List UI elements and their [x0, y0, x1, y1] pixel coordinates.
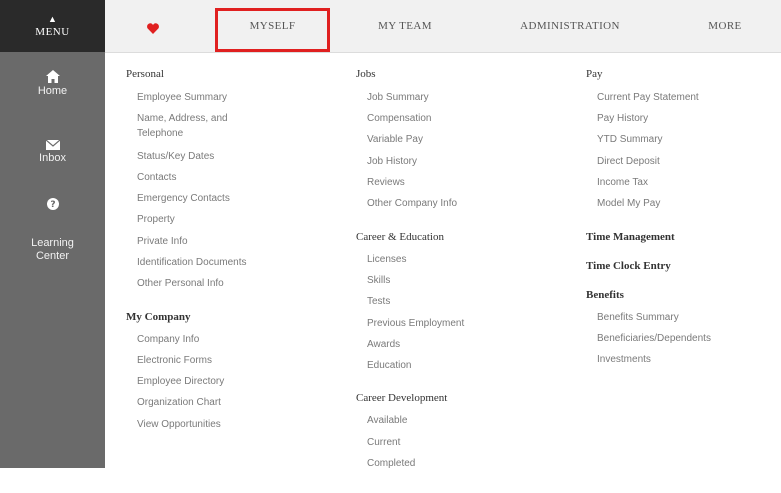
- link-direct-deposit[interactable]: Direct Deposit: [597, 155, 660, 169]
- link-employee-summary[interactable]: Employee Summary: [137, 91, 227, 105]
- link-contacts[interactable]: Contacts: [137, 171, 176, 185]
- link-name-address-telephone[interactable]: Telephone: [137, 127, 183, 141]
- link-beneficiaries-dependents[interactable]: Beneficiaries/Dependents: [597, 332, 711, 346]
- link-current[interactable]: Current: [367, 436, 400, 450]
- link-awards[interactable]: Awards: [367, 338, 400, 352]
- link-name-address[interactable]: Name, Address, and: [137, 112, 228, 126]
- caret-up-icon: ▲: [48, 13, 57, 24]
- envelope-icon: [45, 140, 60, 150]
- section-title-personal: Personal: [126, 68, 164, 80]
- link-variable-pay[interactable]: Variable Pay: [367, 133, 423, 147]
- link-job-history[interactable]: Job History: [367, 155, 417, 169]
- link-current-pay-statement[interactable]: Current Pay Statement: [597, 91, 699, 105]
- section-title-time-clock-entry[interactable]: Time Clock Entry: [586, 260, 671, 272]
- tab-administration[interactable]: ADMINISTRATION: [495, 0, 645, 52]
- sidebar-item-label: Learning Center: [31, 237, 74, 262]
- link-income-tax[interactable]: Income Tax: [597, 176, 648, 190]
- sidebar-item-label: Home: [37, 85, 68, 97]
- link-property[interactable]: Property: [137, 213, 175, 227]
- link-education[interactable]: Education: [367, 359, 411, 373]
- section-title-career-development: Career Development: [356, 392, 448, 404]
- sidebar-item-label: Inbox: [39, 152, 66, 164]
- section-title-jobs: Jobs: [356, 68, 376, 80]
- link-ytd-summary[interactable]: YTD Summary: [597, 133, 663, 147]
- link-other-company-info[interactable]: Other Company Info: [367, 197, 457, 211]
- link-private-info[interactable]: Private Info: [137, 235, 188, 249]
- link-investments[interactable]: Investments: [597, 353, 651, 367]
- link-view-opportunities[interactable]: View Opportunities: [137, 418, 221, 432]
- link-reviews[interactable]: Reviews: [367, 176, 405, 190]
- link-model-my-pay[interactable]: Model My Pay: [597, 197, 660, 211]
- menu-label: MENU: [35, 25, 70, 38]
- heart-icon[interactable]: [147, 23, 159, 34]
- link-tests[interactable]: Tests: [367, 295, 390, 309]
- link-benefits-summary[interactable]: Benefits Summary: [597, 311, 679, 325]
- tab-my-team[interactable]: MY TEAM: [360, 0, 450, 52]
- link-licenses[interactable]: Licenses: [367, 253, 406, 267]
- tab-more[interactable]: MORE: [690, 0, 760, 52]
- sidebar-item-inbox[interactable]: Inbox: [0, 140, 105, 165]
- link-available[interactable]: Available: [367, 414, 407, 428]
- sidebar-item-help[interactable]: ?: [0, 198, 105, 212]
- link-previous-employment[interactable]: Previous Employment: [367, 317, 464, 331]
- link-identification-documents[interactable]: Identification Documents: [137, 256, 247, 270]
- link-organization-chart[interactable]: Organization Chart: [137, 396, 221, 410]
- sidebar-item-learning-center[interactable]: Learning Center: [0, 237, 105, 263]
- link-emergency-contacts[interactable]: Emergency Contacts: [137, 192, 230, 206]
- link-compensation[interactable]: Compensation: [367, 112, 431, 126]
- svg-text:?: ?: [50, 200, 55, 210]
- menu-button[interactable]: ▲ MENU: [0, 0, 105, 52]
- section-title-time-management[interactable]: Time Management: [586, 231, 675, 243]
- home-icon: [45, 70, 60, 83]
- help-icon: ?: [46, 198, 59, 210]
- section-title-benefits: Benefits: [586, 289, 624, 301]
- link-electronic-forms[interactable]: Electronic Forms: [137, 354, 212, 368]
- link-job-summary[interactable]: Job Summary: [367, 91, 429, 105]
- link-status-key-dates[interactable]: Status/Key Dates: [137, 150, 214, 164]
- link-completed[interactable]: Completed: [367, 457, 415, 471]
- link-pay-history[interactable]: Pay History: [597, 112, 648, 126]
- link-skills[interactable]: Skills: [367, 274, 390, 288]
- sidebar: ▲ MENU Home Inbox ? Learning Center: [0, 0, 105, 468]
- section-title-pay: Pay: [586, 68, 603, 80]
- active-tab-indicator: [215, 8, 330, 52]
- link-company-info[interactable]: Company Info: [137, 333, 199, 347]
- sidebar-item-home[interactable]: Home: [0, 70, 105, 98]
- link-other-personal-info[interactable]: Other Personal Info: [137, 277, 224, 291]
- section-title-my-company: My Company: [126, 311, 191, 323]
- link-employee-directory[interactable]: Employee Directory: [137, 375, 224, 389]
- section-title-career-education: Career & Education: [356, 231, 444, 243]
